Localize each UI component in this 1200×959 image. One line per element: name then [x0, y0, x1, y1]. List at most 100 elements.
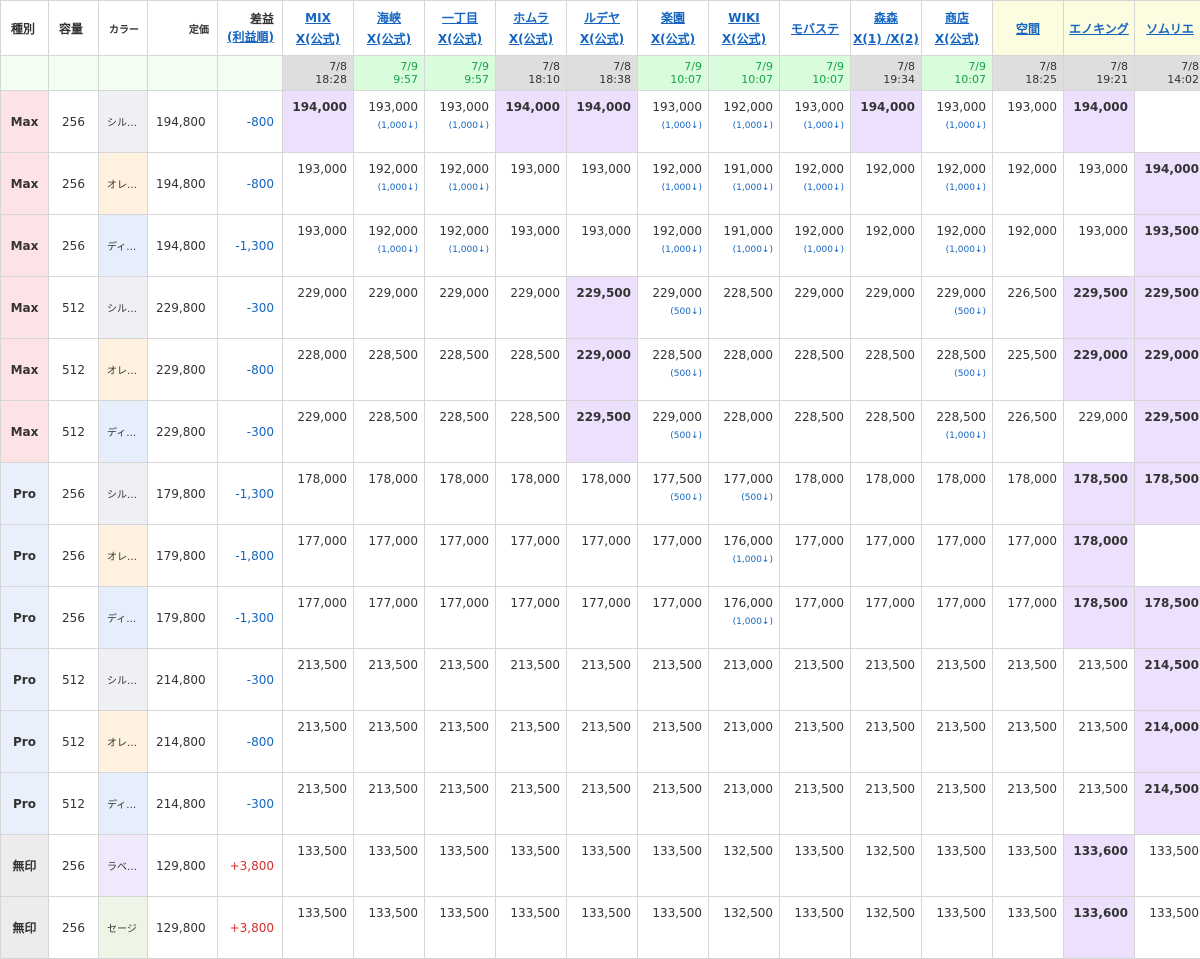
model-type: Max — [1, 215, 49, 277]
model-type: Max — [1, 401, 49, 463]
price-value: 229,000 — [567, 347, 631, 363]
price-value: 194,000 — [851, 99, 915, 115]
price-value: 177,000 — [425, 595, 489, 611]
price-cell: 228,500 — [780, 401, 851, 463]
shop-x-link[interactable]: X(公式) — [567, 29, 637, 50]
shop-x-link[interactable]: X(1) /X(2) — [851, 29, 921, 50]
price-value: 133,600 — [1064, 843, 1128, 859]
header-diff[interactable]: 差益 (利益順) — [218, 1, 283, 56]
update-date: 7/8 — [1064, 60, 1128, 73]
price-cell: 229,000 — [283, 401, 354, 463]
update-time-0: 7/818:28 — [283, 56, 354, 91]
price-cell: 213,500 — [638, 649, 709, 711]
price-change: (1,000↓) — [638, 182, 702, 194]
price-change: (1,000↓) — [354, 244, 418, 256]
price-value: 228,500 — [851, 409, 915, 425]
shop-header-1[interactable]: 海峡X(公式) — [354, 1, 425, 56]
price-cell: 133,500 — [354, 835, 425, 897]
price-cell: 178,000 — [922, 463, 993, 525]
shop-x-link[interactable]: X(公式) — [638, 29, 708, 50]
update-time: 18:25 — [993, 73, 1057, 86]
shop-name-link[interactable]: エノキング — [1064, 19, 1134, 40]
shop-name-link[interactable]: 商店 — [922, 8, 992, 29]
price-value: 228,500 — [709, 285, 773, 301]
price-cell: 133,500 — [283, 897, 354, 959]
price-value: 177,000 — [567, 595, 631, 611]
price-value: 133,500 — [780, 905, 844, 921]
capacity: 256 — [49, 91, 99, 153]
shop-header-0[interactable]: MIXX(公式) — [283, 1, 354, 56]
shop-x-link[interactable]: X(公式) — [709, 29, 779, 50]
price-cell: 178,000 — [567, 463, 638, 525]
price-value: 228,500 — [496, 409, 560, 425]
price-cell: 177,000 — [283, 525, 354, 587]
price-change: (1,000↓) — [425, 182, 489, 194]
price-value: 178,000 — [496, 471, 560, 487]
price-cell: 228,000 — [709, 401, 780, 463]
price-cell: 213,500 — [354, 649, 425, 711]
price-value: 192,000 — [993, 161, 1057, 177]
model-type: 無印 — [1, 835, 49, 897]
price-value: 213,500 — [780, 781, 844, 797]
shop-name-link[interactable]: 空間 — [993, 19, 1063, 40]
list-price: 229,800 — [148, 339, 218, 401]
shop-x-link[interactable]: X(公式) — [354, 29, 424, 50]
profit-diff: -1,300 — [218, 587, 283, 649]
shop-header-3[interactable]: ホムラX(公式) — [496, 1, 567, 56]
price-value: 193,000 — [496, 161, 560, 177]
shop-x-link[interactable]: X(公式) — [425, 29, 495, 50]
price-value: 133,500 — [283, 843, 347, 859]
price-value: 178,000 — [851, 471, 915, 487]
shop-header-4[interactable]: ルデヤX(公式) — [567, 1, 638, 56]
price-value: 194,000 — [567, 99, 631, 115]
price-cell: 229,000 — [1064, 401, 1135, 463]
price-value: 177,000 — [709, 471, 773, 487]
price-cell: 213,500 — [851, 649, 922, 711]
shop-name-link[interactable]: ホムラ — [496, 8, 566, 29]
sort-by-profit-link[interactable]: (利益順) — [218, 28, 274, 46]
shop-name-link[interactable]: 楽園 — [638, 8, 708, 29]
capacity: 256 — [49, 463, 99, 525]
shop-x-link[interactable]: X(公式) — [283, 29, 353, 50]
time-row-blank — [1, 56, 49, 91]
price-value: 225,500 — [993, 347, 1057, 363]
shop-header-7[interactable]: モバステ — [780, 1, 851, 56]
shop-header-5[interactable]: 楽園X(公式) — [638, 1, 709, 56]
update-time-3: 7/818:10 — [496, 56, 567, 91]
shop-name-link[interactable]: ソムリエ — [1135, 19, 1200, 40]
shop-header-2[interactable]: 一丁目X(公式) — [425, 1, 496, 56]
shop-x-link[interactable]: X(公式) — [496, 29, 566, 50]
shop-header-12[interactable]: ソムリエ — [1135, 1, 1200, 56]
shop-name-link[interactable]: ルデヤ — [567, 8, 637, 29]
price-value: 229,500 — [1135, 285, 1199, 301]
price-cell: 229,500 — [567, 401, 638, 463]
shop-name-link[interactable]: 一丁目 — [425, 8, 495, 29]
shop-name-link[interactable]: 森森 — [851, 8, 921, 29]
shop-name-link[interactable]: WIKI — [709, 8, 779, 29]
price-cell: 133,500 — [425, 897, 496, 959]
price-value: 193,000 — [567, 161, 631, 177]
price-cell: 213,500 — [993, 649, 1064, 711]
shop-header-8[interactable]: 森森X(1) /X(2) — [851, 1, 922, 56]
update-date: 7/9 — [780, 60, 844, 73]
shop-name-link[interactable]: 海峡 — [354, 8, 424, 29]
price-cell: 177,000 — [780, 525, 851, 587]
shop-name-link[interactable]: MIX — [283, 8, 353, 29]
shop-header-6[interactable]: WIKIX(公式) — [709, 1, 780, 56]
shop-x-link[interactable]: X(公式) — [922, 29, 992, 50]
shop-header-9[interactable]: 商店X(公式) — [922, 1, 993, 56]
price-value: 132,500 — [851, 843, 915, 859]
price-value: 192,000 — [638, 223, 702, 239]
shop-name-link[interactable]: モバステ — [780, 19, 850, 40]
shop-header-10[interactable]: 空間 — [993, 1, 1064, 56]
price-value: 213,500 — [567, 719, 631, 735]
price-value: 178,000 — [922, 471, 986, 487]
shop-header-11[interactable]: エノキング — [1064, 1, 1135, 56]
price-value: 213,000 — [709, 719, 773, 735]
color-name: オレ… — [99, 339, 148, 401]
update-time-2: 7/99:57 — [425, 56, 496, 91]
price-cell: 193,500 — [1135, 215, 1200, 277]
price-value: 133,500 — [496, 843, 560, 859]
capacity: 512 — [49, 401, 99, 463]
profit-diff: -1,300 — [218, 463, 283, 525]
